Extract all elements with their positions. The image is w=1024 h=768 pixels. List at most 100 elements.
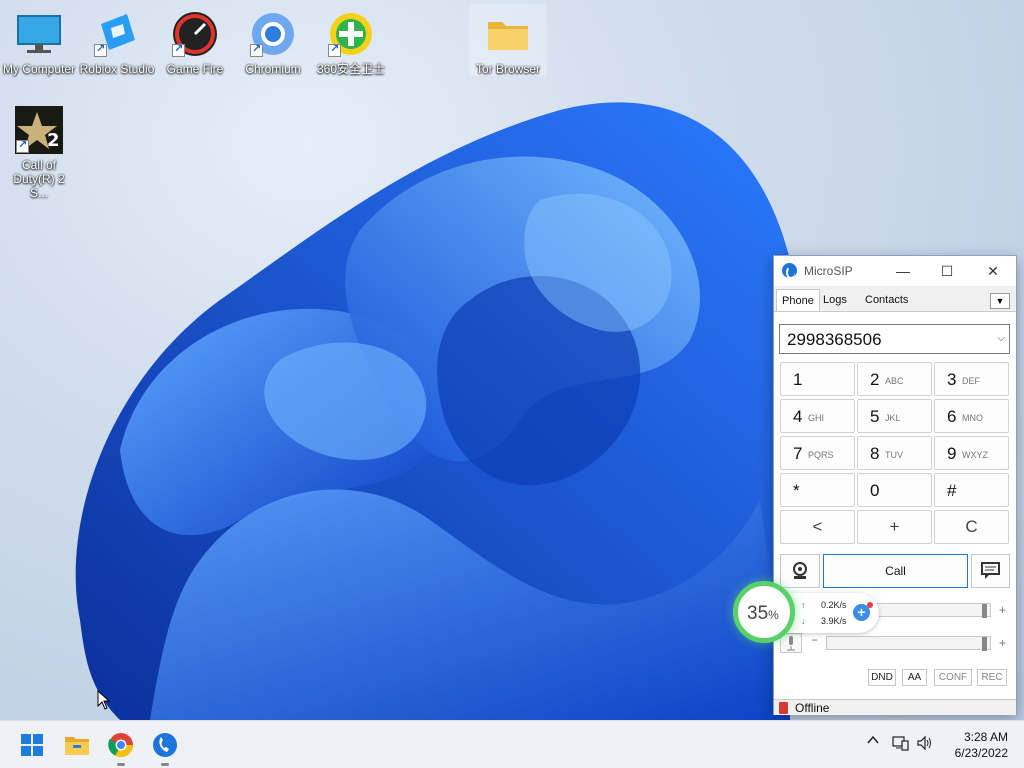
offline-status-icon <box>779 702 788 714</box>
key-digit: 6 <box>947 407 957 426</box>
desktop-icon-game-fire[interactable]: Game Fire <box>156 4 234 80</box>
taskbar-chrome[interactable] <box>105 729 137 766</box>
key-letters: TUV <box>885 450 903 460</box>
taskbar-file-explorer[interactable] <box>61 729 93 761</box>
upload-arrow-icon: ↑ <box>801 600 806 610</box>
dial-key-3[interactable]: 3 DEF <box>934 362 1009 396</box>
volume-icon[interactable] <box>916 735 934 754</box>
taskbar-microsip[interactable] <box>149 729 181 766</box>
key-digit: 7 <box>793 444 803 463</box>
shortcut-arrow-icon <box>172 42 185 57</box>
desktop-icon-chromium[interactable]: Chromium <box>234 4 312 80</box>
key-letters: JKL <box>885 413 901 423</box>
network-icon[interactable] <box>892 735 910 754</box>
key-letters: ABC <box>885 376 904 386</box>
key-digit: # <box>947 481 957 500</box>
download-rate: 3.9K/s <box>821 616 847 626</box>
file-explorer-icon <box>65 737 89 755</box>
dial-key-9[interactable]: 9 WXYZ <box>934 436 1009 470</box>
tray-overflow-chevron-icon[interactable] <box>866 733 880 750</box>
key-digit: 8 <box>870 444 880 463</box>
key-letters: PQRS <box>808 450 834 460</box>
shortcut-arrow-icon <box>328 42 341 57</box>
clock-date: 6/23/2022 <box>954 746 1008 760</box>
maximize-button[interactable]: ☐ <box>934 260 960 282</box>
auto-answer-toggle[interactable]: AA <box>902 669 927 686</box>
usage-percent-unit: % <box>768 608 779 622</box>
dial-key-5[interactable]: 5 JKL <box>857 399 932 433</box>
microsip-logo-icon <box>782 263 797 279</box>
mouse-cursor-icon <box>97 690 111 710</box>
download-arrow-icon: ↓ <box>801 616 806 626</box>
key-digit: 9 <box>947 444 957 463</box>
desktop-icon-360-security[interactable]: 360安全卫士 <box>312 4 390 80</box>
key-letters: WXYZ <box>962 450 988 460</box>
key-letters: GHI <box>808 413 825 423</box>
dial-key-8[interactable]: 8 TUV <box>857 436 932 470</box>
dial-key-0[interactable]: 0 <box>857 473 932 507</box>
running-indicator <box>161 763 169 766</box>
dial-key-1[interactable]: 1 <box>780 362 855 396</box>
tab-logs[interactable]: Logs <box>818 289 852 311</box>
usage-percent: 35 <box>747 603 769 624</box>
tab-phone[interactable]: Phone <box>776 289 820 311</box>
clock-time: 3:28 AM <box>963 730 1008 744</box>
chat-icon <box>981 562 1000 579</box>
desktop-icon-roblox-studio[interactable]: Roblox Studio <box>78 4 156 80</box>
key-digit: 5 <box>870 407 880 426</box>
window-title: MicroSIP <box>804 264 853 278</box>
system-clock[interactable]: 3:28 AM 6/23/2022 <box>955 729 1008 761</box>
key-letters: MNO <box>962 413 983 423</box>
monitor-icon <box>15 10 63 58</box>
tab-contacts[interactable]: Contacts <box>860 289 913 311</box>
record-toggle[interactable]: REC <box>977 669 1007 686</box>
key-digit: 2 <box>870 370 880 389</box>
microsip-taskbar-icon <box>153 733 177 757</box>
taskbar: 3:28 AM 6/23/2022 <box>0 720 1024 768</box>
tab-bar: Phone Logs Contacts <box>774 289 1016 311</box>
minimize-button[interactable]: — <box>890 260 916 282</box>
key-digit: 4 <box>793 407 803 426</box>
chrome-icon <box>108 733 133 758</box>
windows-logo-icon <box>21 734 43 756</box>
mic-plus-label: + <box>999 636 1007 650</box>
number-combobox[interactable]: 2998368506 ⌵ <box>779 324 1010 354</box>
desktop-icon-my-computer[interactable]: My Computer <box>0 4 78 80</box>
status-text: Offline <box>795 701 830 715</box>
key-digit: 3 <box>947 370 957 389</box>
memory-usage-ring: 35% <box>733 581 795 643</box>
plus-key[interactable]: + <box>857 510 932 544</box>
svg-text:2: 2 <box>47 130 60 151</box>
key-digit: 1 <box>793 370 803 389</box>
close-button[interactable]: ✕ <box>980 260 1006 282</box>
dnd-toggle[interactable]: DND <box>868 669 896 686</box>
clear-key[interactable]: C <box>934 510 1009 544</box>
start-button[interactable] <box>16 729 48 761</box>
dial-key-2[interactable]: 2 ABC <box>857 362 932 396</box>
boost-plus-icon[interactable]: + <box>853 602 873 621</box>
upload-rate: 0.2K/s <box>821 600 847 610</box>
key-digit: * <box>793 481 800 500</box>
running-indicator <box>117 763 125 766</box>
dial-key-7[interactable]: 7 PQRS <box>780 436 855 470</box>
conference-toggle[interactable]: CONF <box>934 669 972 686</box>
folder-icon <box>484 10 532 58</box>
microsip-window: MicroSIP — ☐ ✕ Phone Logs Contacts ▼ 299… <box>773 255 1017 715</box>
shortcut-arrow-icon <box>250 42 263 57</box>
title-bar[interactable]: MicroSIP — ☐ ✕ <box>774 256 1016 286</box>
dial-key-hash[interactable]: # <box>934 473 1009 507</box>
key-digit: 0 <box>870 481 880 500</box>
dial-key-star[interactable]: * <box>780 473 855 507</box>
message-button[interactable] <box>971 554 1010 588</box>
desktop-icon-tor-browser[interactable]: Tor Browser <box>469 4 547 76</box>
menu-dropdown-button[interactable]: ▼ <box>990 293 1010 309</box>
chevron-down-icon[interactable]: ⌵ <box>997 333 1005 344</box>
network-speed-widget[interactable]: ↑ 0.2K/s ↓ 3.9K/s 35% + <box>733 581 881 645</box>
backspace-key[interactable]: < <box>780 510 855 544</box>
speaker-volume-thumb[interactable] <box>982 604 987 618</box>
number-input[interactable]: 2998368506 <box>787 330 882 350</box>
desktop-icon-call-of-duty[interactable]: 2 Call of Duty(R) 2 S... <box>0 100 78 200</box>
dial-key-4[interactable]: 4 GHI <box>780 399 855 433</box>
dial-key-6[interactable]: 6 MNO <box>934 399 1009 433</box>
mic-volume-thumb[interactable] <box>982 637 987 651</box>
